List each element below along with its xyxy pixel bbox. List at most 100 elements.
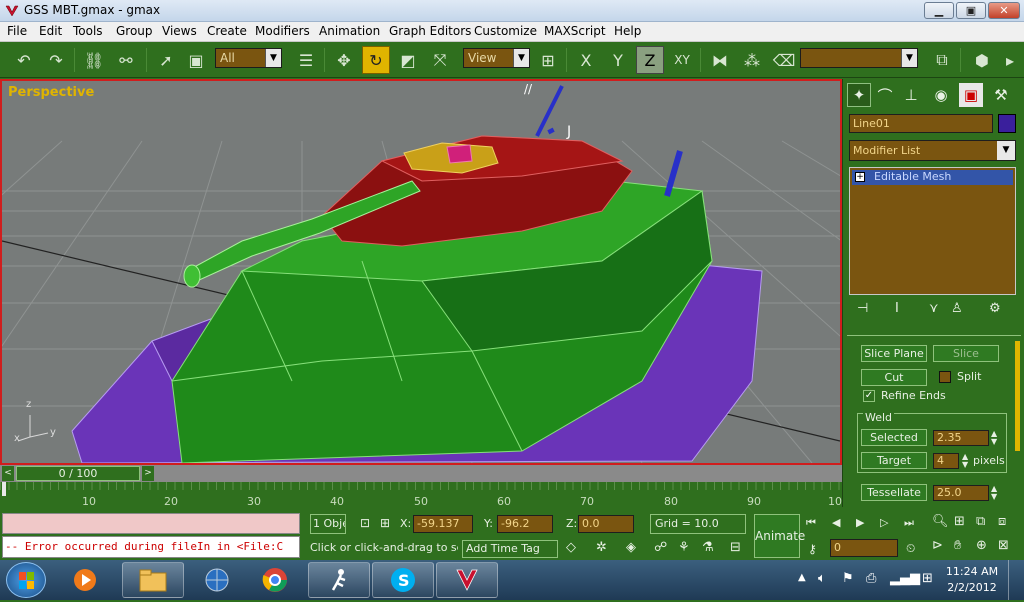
- clock-time[interactable]: 11:24 AM: [944, 565, 1000, 578]
- viewport-label[interactable]: Perspective: [8, 85, 94, 100]
- zoom-icon[interactable]: 🔍︎: [932, 514, 949, 529]
- chrome-icon[interactable]: [244, 562, 306, 598]
- animate-toggle-button[interactable]: Animate: [754, 514, 805, 558]
- media-player-icon[interactable]: [56, 562, 114, 598]
- gmax-app-icon[interactable]: [4, 3, 20, 19]
- make-unique-icon[interactable]: ⋎: [929, 301, 939, 316]
- reference-coordinate-dropdown[interactable]: View ▼: [463, 48, 530, 68]
- menu-help[interactable]: Help: [614, 24, 641, 38]
- select-and-move-icon[interactable]: ✥: [330, 46, 358, 74]
- previous-frame-icon[interactable]: ◀: [832, 516, 840, 529]
- rectangular-selection-region-icon[interactable]: ▣: [182, 46, 210, 74]
- signal-bars-icon[interactable]: ▂▄▆: [890, 571, 920, 586]
- menu-group[interactable]: Group: [116, 24, 153, 38]
- material-editor-icon[interactable]: ⬢: [968, 46, 996, 74]
- clock-date[interactable]: 2/2/2012: [944, 581, 1000, 594]
- key-mode-icon[interactable]: ⚷: [808, 542, 817, 556]
- display-tab-icon[interactable]: ▣: [959, 83, 983, 107]
- maximize-viewport-icon[interactable]: ⊠: [998, 538, 1009, 553]
- time-slider[interactable]: < 0 / 100 >: [0, 465, 842, 482]
- aim-runner-icon[interactable]: [308, 562, 370, 598]
- goto-start-icon[interactable]: ⏮: [806, 516, 816, 530]
- maxscript-listener-input[interactable]: [2, 513, 300, 534]
- menu-file[interactable]: File: [7, 24, 27, 38]
- weld-target-button[interactable]: Target: [861, 452, 927, 469]
- menu-tools[interactable]: Tools: [73, 24, 103, 38]
- network-globe-icon[interactable]: [186, 562, 248, 598]
- lock-selection-icon[interactable]: ⊡: [360, 516, 370, 530]
- unlink-selection-icon[interactable]: ⚯: [112, 46, 140, 74]
- modifier-list-dropdown[interactable]: Modifier List ▼: [849, 140, 1016, 161]
- transform-gizmo-icon[interactable]: ⤧: [426, 46, 454, 74]
- pin-stack-icon[interactable]: ⊣: [857, 301, 868, 316]
- action-center-flag-icon[interactable]: ⚑: [842, 571, 854, 586]
- named-selection-sets-dropdown[interactable]: ▼: [800, 48, 918, 68]
- pan-hand-icon[interactable]: ✋︎: [954, 538, 961, 553]
- x-coord-field[interactable]: -59.137: [413, 515, 473, 533]
- split-checkbox[interactable]: [939, 371, 951, 383]
- weld-selected-button[interactable]: Selected: [861, 429, 927, 446]
- slice-plane-button[interactable]: Slice Plane: [861, 345, 927, 362]
- percent-snap-icon[interactable]: ☍: [654, 540, 667, 555]
- z-coord-field[interactable]: 0.0: [578, 515, 634, 533]
- select-by-name-icon[interactable]: ☰: [292, 46, 320, 74]
- explorer-icon[interactable]: [122, 562, 184, 598]
- undo-icon[interactable]: ↶: [10, 46, 38, 74]
- play-icon[interactable]: ▶: [856, 516, 864, 529]
- weld-selected-threshold[interactable]: 2.35: [933, 430, 989, 446]
- playback-options-icon[interactable]: ⊟: [730, 540, 741, 555]
- current-frame-field[interactable]: 0: [830, 539, 898, 557]
- y-coord-field[interactable]: -96.2: [497, 515, 553, 533]
- skype-icon[interactable]: S: [372, 562, 434, 598]
- spinner-icon[interactable]: ▲ ▼: [991, 485, 997, 501]
- menu-edit[interactable]: Edit: [39, 24, 62, 38]
- remove-modifier-icon[interactable]: ♙: [951, 301, 963, 316]
- tessellate-button[interactable]: Tessellate: [861, 484, 927, 501]
- goto-end-icon[interactable]: ⏭: [904, 516, 914, 530]
- devices-icon[interactable]: ⎙: [866, 571, 876, 586]
- prev-frame-icon[interactable]: <: [2, 466, 14, 481]
- cut-button[interactable]: Cut: [861, 369, 927, 386]
- create-tab-icon[interactable]: ✦: [847, 83, 871, 107]
- utilities-tab-icon[interactable]: ⚒: [989, 83, 1013, 107]
- menu-create[interactable]: Create: [207, 24, 247, 38]
- menu-maxscript[interactable]: MAXScript: [544, 24, 606, 38]
- gmax-taskbar-icon[interactable]: [436, 562, 498, 598]
- zoom-all-icon[interactable]: ⊞: [954, 514, 965, 529]
- minimize-button[interactable]: ▁: [924, 2, 954, 19]
- redo-icon[interactable]: ↷: [42, 46, 70, 74]
- network-icon[interactable]: ⊞: [922, 571, 933, 586]
- show-hidden-icons[interactable]: ▲: [798, 572, 806, 583]
- degradation-override-icon[interactable]: ◇: [566, 540, 576, 555]
- arc-rotate-icon[interactable]: ⊕: [976, 538, 987, 553]
- object-name-field[interactable]: Line01: [849, 114, 993, 133]
- select-object-icon[interactable]: ➚: [152, 46, 180, 74]
- zoom-extents-all-icon[interactable]: ⧈: [998, 514, 1006, 529]
- menu-views[interactable]: Views: [162, 24, 197, 38]
- snap-toggle-icon[interactable]: ✲: [596, 540, 607, 555]
- field-of-view-icon[interactable]: ⊳: [932, 538, 943, 553]
- restrict-z-button[interactable]: Z: [636, 46, 664, 74]
- time-slider-thumb[interactable]: 0 / 100: [16, 466, 140, 481]
- menu-modifiers[interactable]: Modifiers: [255, 24, 310, 38]
- modify-tab-icon[interactable]: ⌒: [873, 83, 897, 107]
- configure-sets-icon[interactable]: ⚙: [989, 301, 1001, 316]
- spinner-icon[interactable]: ▲ ▼: [962, 453, 968, 469]
- angle-snap-icon[interactable]: ◈: [626, 540, 636, 555]
- align-icon[interactable]: ⁂: [738, 46, 766, 74]
- restrict-x-button[interactable]: X: [572, 46, 600, 74]
- absolute-mode-icon[interactable]: ⊞: [380, 516, 390, 530]
- restrict-xy-button[interactable]: XY: [668, 46, 696, 74]
- next-frame-icon[interactable]: >: [142, 466, 154, 481]
- edit-named-selections-icon[interactable]: ⚗: [702, 540, 714, 555]
- spinner-icon[interactable]: ▲ ▼: [991, 430, 997, 446]
- object-color-swatch[interactable]: [998, 114, 1016, 133]
- time-configuration-icon[interactable]: ⏲: [906, 541, 915, 556]
- stack-item-editable-mesh[interactable]: + Editable Mesh: [852, 170, 1013, 185]
- expand-plus-icon[interactable]: +: [855, 172, 865, 182]
- select-and-link-icon[interactable]: ⛓: [80, 46, 108, 74]
- add-time-tag-button[interactable]: Add Time Tag: [462, 540, 558, 558]
- show-desktop-button[interactable]: [1008, 560, 1024, 600]
- restrict-y-button[interactable]: Y: [604, 46, 632, 74]
- spinner-snap-icon[interactable]: ⚘: [678, 540, 690, 555]
